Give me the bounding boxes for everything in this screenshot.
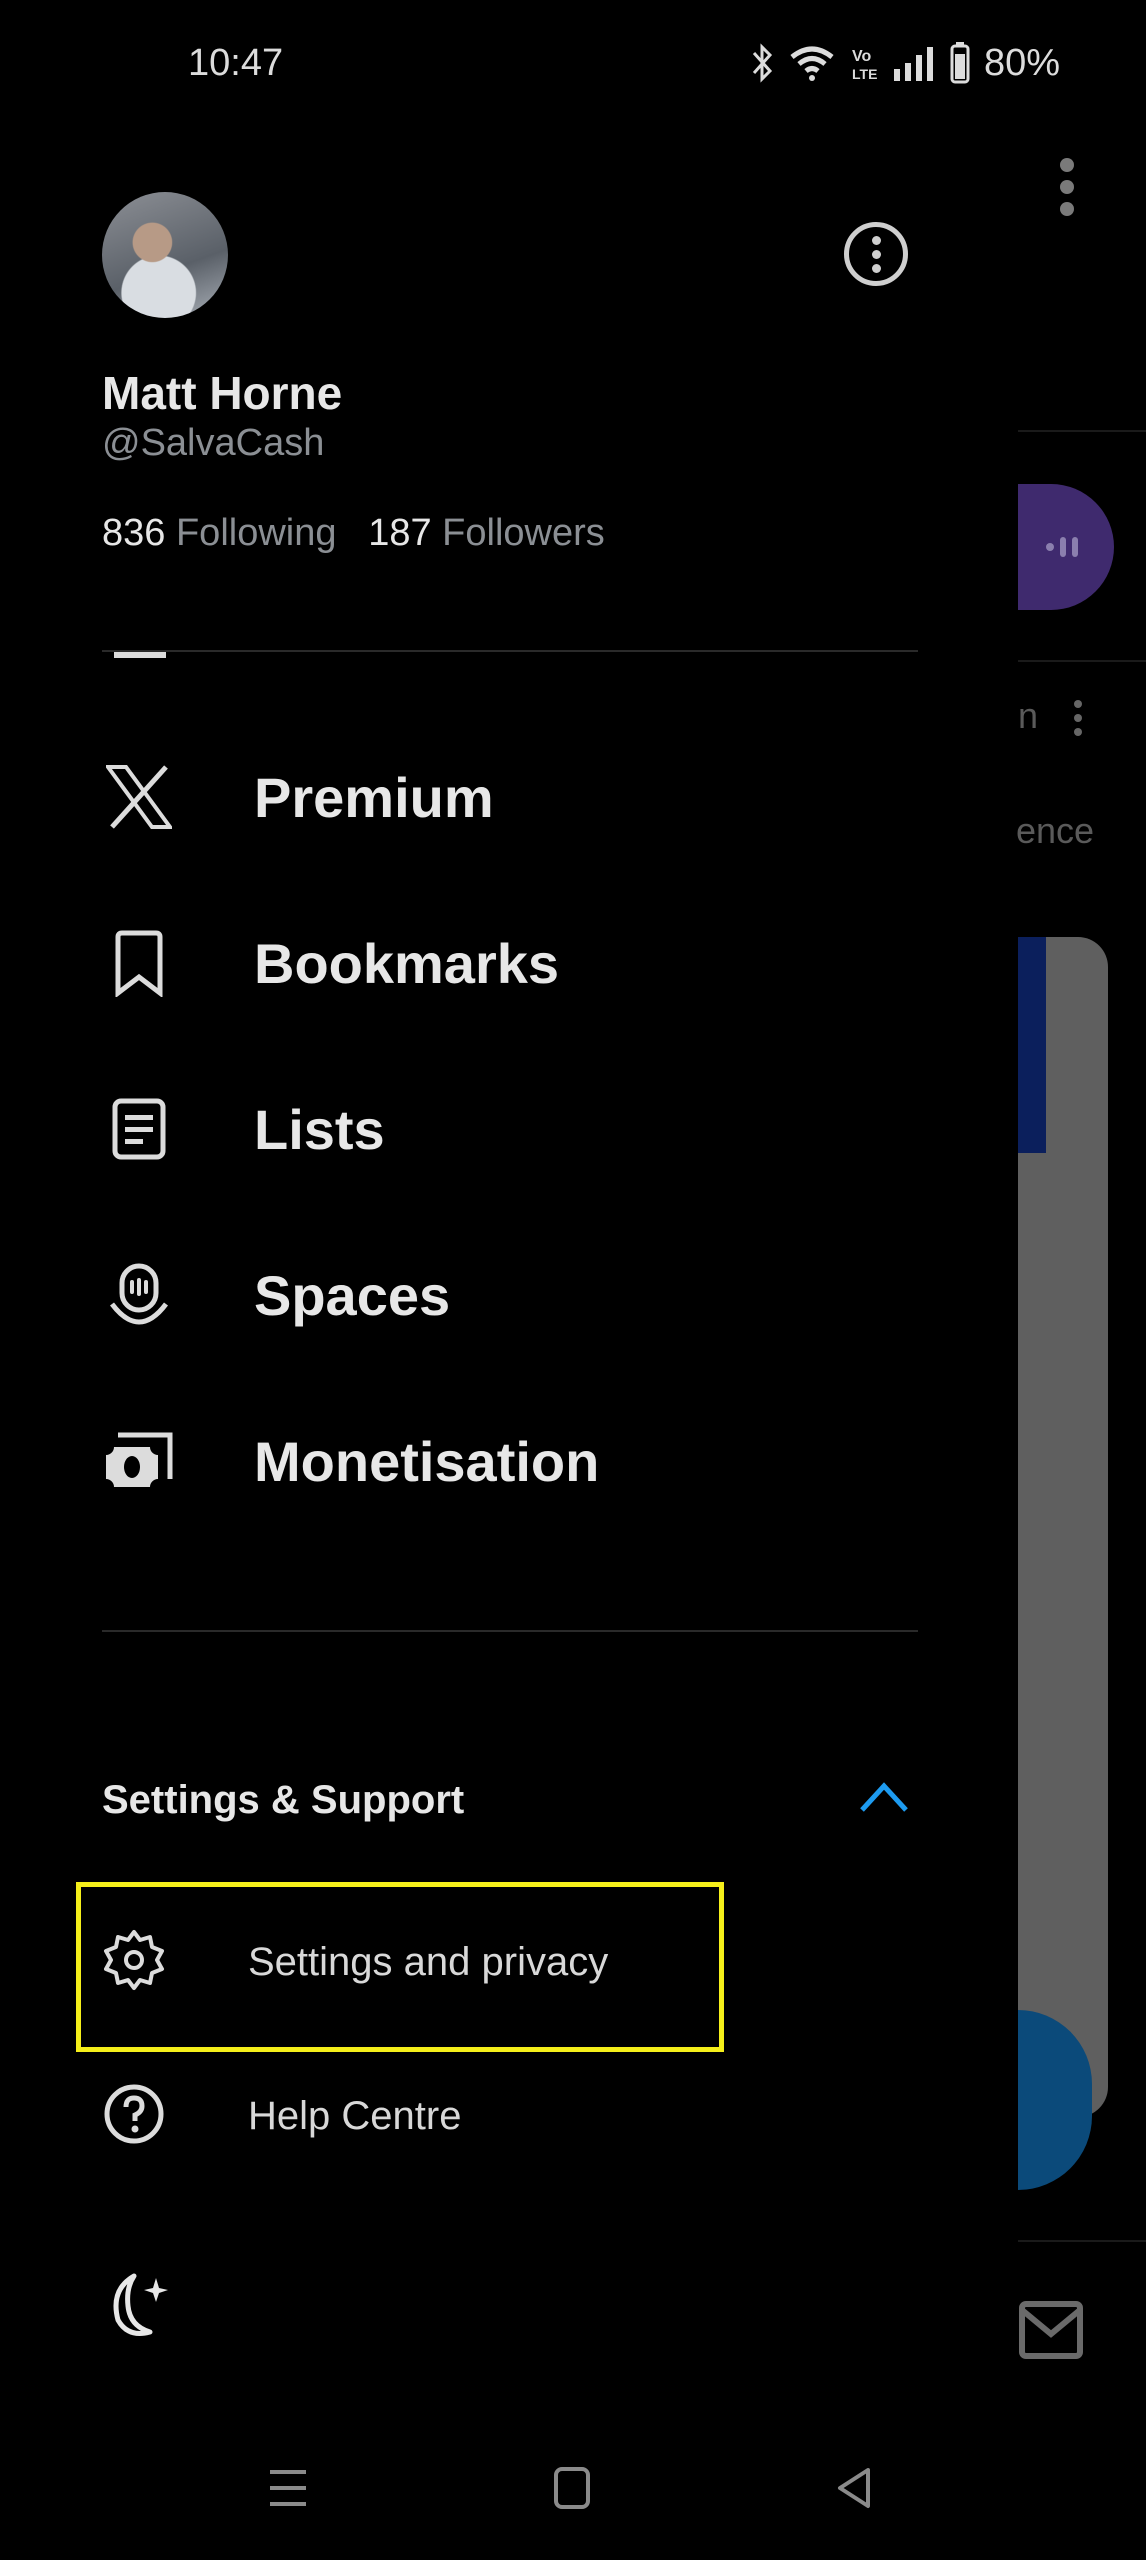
avatar[interactable] xyxy=(102,192,228,318)
nav-label: Bookmarks xyxy=(254,931,560,995)
background-divider xyxy=(1018,660,1146,662)
profile-name[interactable]: Matt Horne xyxy=(102,366,342,420)
wifi-icon xyxy=(790,46,834,81)
followers-count: 187 xyxy=(368,512,432,554)
list-icon xyxy=(102,1092,176,1166)
signal-icon xyxy=(893,47,933,81)
recent-apps-icon[interactable] xyxy=(266,2466,310,2510)
settings-and-privacy-item[interactable]: Settings and privacy xyxy=(102,1912,608,2012)
background-more-icon xyxy=(1060,158,1074,224)
help-icon xyxy=(102,2082,166,2151)
nav-item-lists[interactable]: Lists xyxy=(102,1074,918,1184)
scrolled-item-icon-partial xyxy=(114,652,166,658)
background-divider xyxy=(1018,2240,1146,2242)
nav-item-premium[interactable]: Premium xyxy=(102,742,918,852)
svg-text:Vo: Vo xyxy=(852,48,871,65)
bookmark-icon xyxy=(102,926,176,1000)
bluetooth-icon xyxy=(752,43,772,83)
profile-handle: @SalvaCash xyxy=(102,422,325,464)
volte-icon: VoLTE xyxy=(852,48,877,82)
nav-item-bookmarks[interactable]: Bookmarks xyxy=(102,908,918,1018)
status-time: 10:47 xyxy=(188,42,284,84)
following-link[interactable]: 836 Following xyxy=(102,512,337,554)
battery-percent: 80% xyxy=(983,41,1060,84)
background-messages-icon xyxy=(1019,2301,1083,2359)
spaces-icon xyxy=(102,1258,176,1332)
x-logo-icon xyxy=(102,760,176,834)
money-icon xyxy=(102,1424,176,1498)
help-centre-label: Help Centre xyxy=(248,2093,462,2138)
dark-mode-icon[interactable] xyxy=(104,2270,176,2342)
nav-label: Lists xyxy=(254,1097,385,1161)
back-icon[interactable] xyxy=(832,2466,876,2510)
nav-label: Spaces xyxy=(254,1263,451,1327)
profile-stats: 836 Following 187 Followers xyxy=(102,512,605,555)
account-more-button[interactable] xyxy=(844,222,908,286)
section-divider xyxy=(102,1630,918,1632)
followers-label: Followers xyxy=(442,512,605,554)
nav-item-monetisation[interactable]: Monetisation xyxy=(102,1406,918,1516)
header-divider xyxy=(102,650,918,652)
nav-label: Monetisation xyxy=(254,1429,600,1493)
home-icon[interactable] xyxy=(550,2466,594,2510)
background-partial-text: ence xyxy=(1016,810,1095,851)
background-more-icon-2 xyxy=(1074,700,1082,736)
background-spaces-bubble xyxy=(1018,484,1114,610)
following-label: Following xyxy=(175,512,337,554)
nav-label: Premium xyxy=(254,765,494,829)
background-partial-text: n xyxy=(1018,695,1039,736)
svg-text:LTE: LTE xyxy=(852,66,877,82)
background-divider xyxy=(1018,430,1146,432)
nav-item-spaces[interactable]: Spaces xyxy=(102,1240,918,1350)
chevron-up-icon[interactable] xyxy=(858,1780,910,1814)
following-count: 836 xyxy=(102,512,166,554)
battery-icon xyxy=(950,42,970,84)
gear-icon xyxy=(102,1928,166,1997)
background-card-image xyxy=(1018,937,1046,1153)
status-icons: Vo LTE 80% xyxy=(750,38,1060,88)
settings-and-privacy-label: Settings and privacy xyxy=(248,1939,609,1984)
settings-support-header[interactable]: Settings & Support xyxy=(102,1778,464,1823)
followers-link[interactable]: 187 Followers xyxy=(368,512,605,554)
help-centre-item[interactable]: Help Centre xyxy=(102,2066,461,2166)
